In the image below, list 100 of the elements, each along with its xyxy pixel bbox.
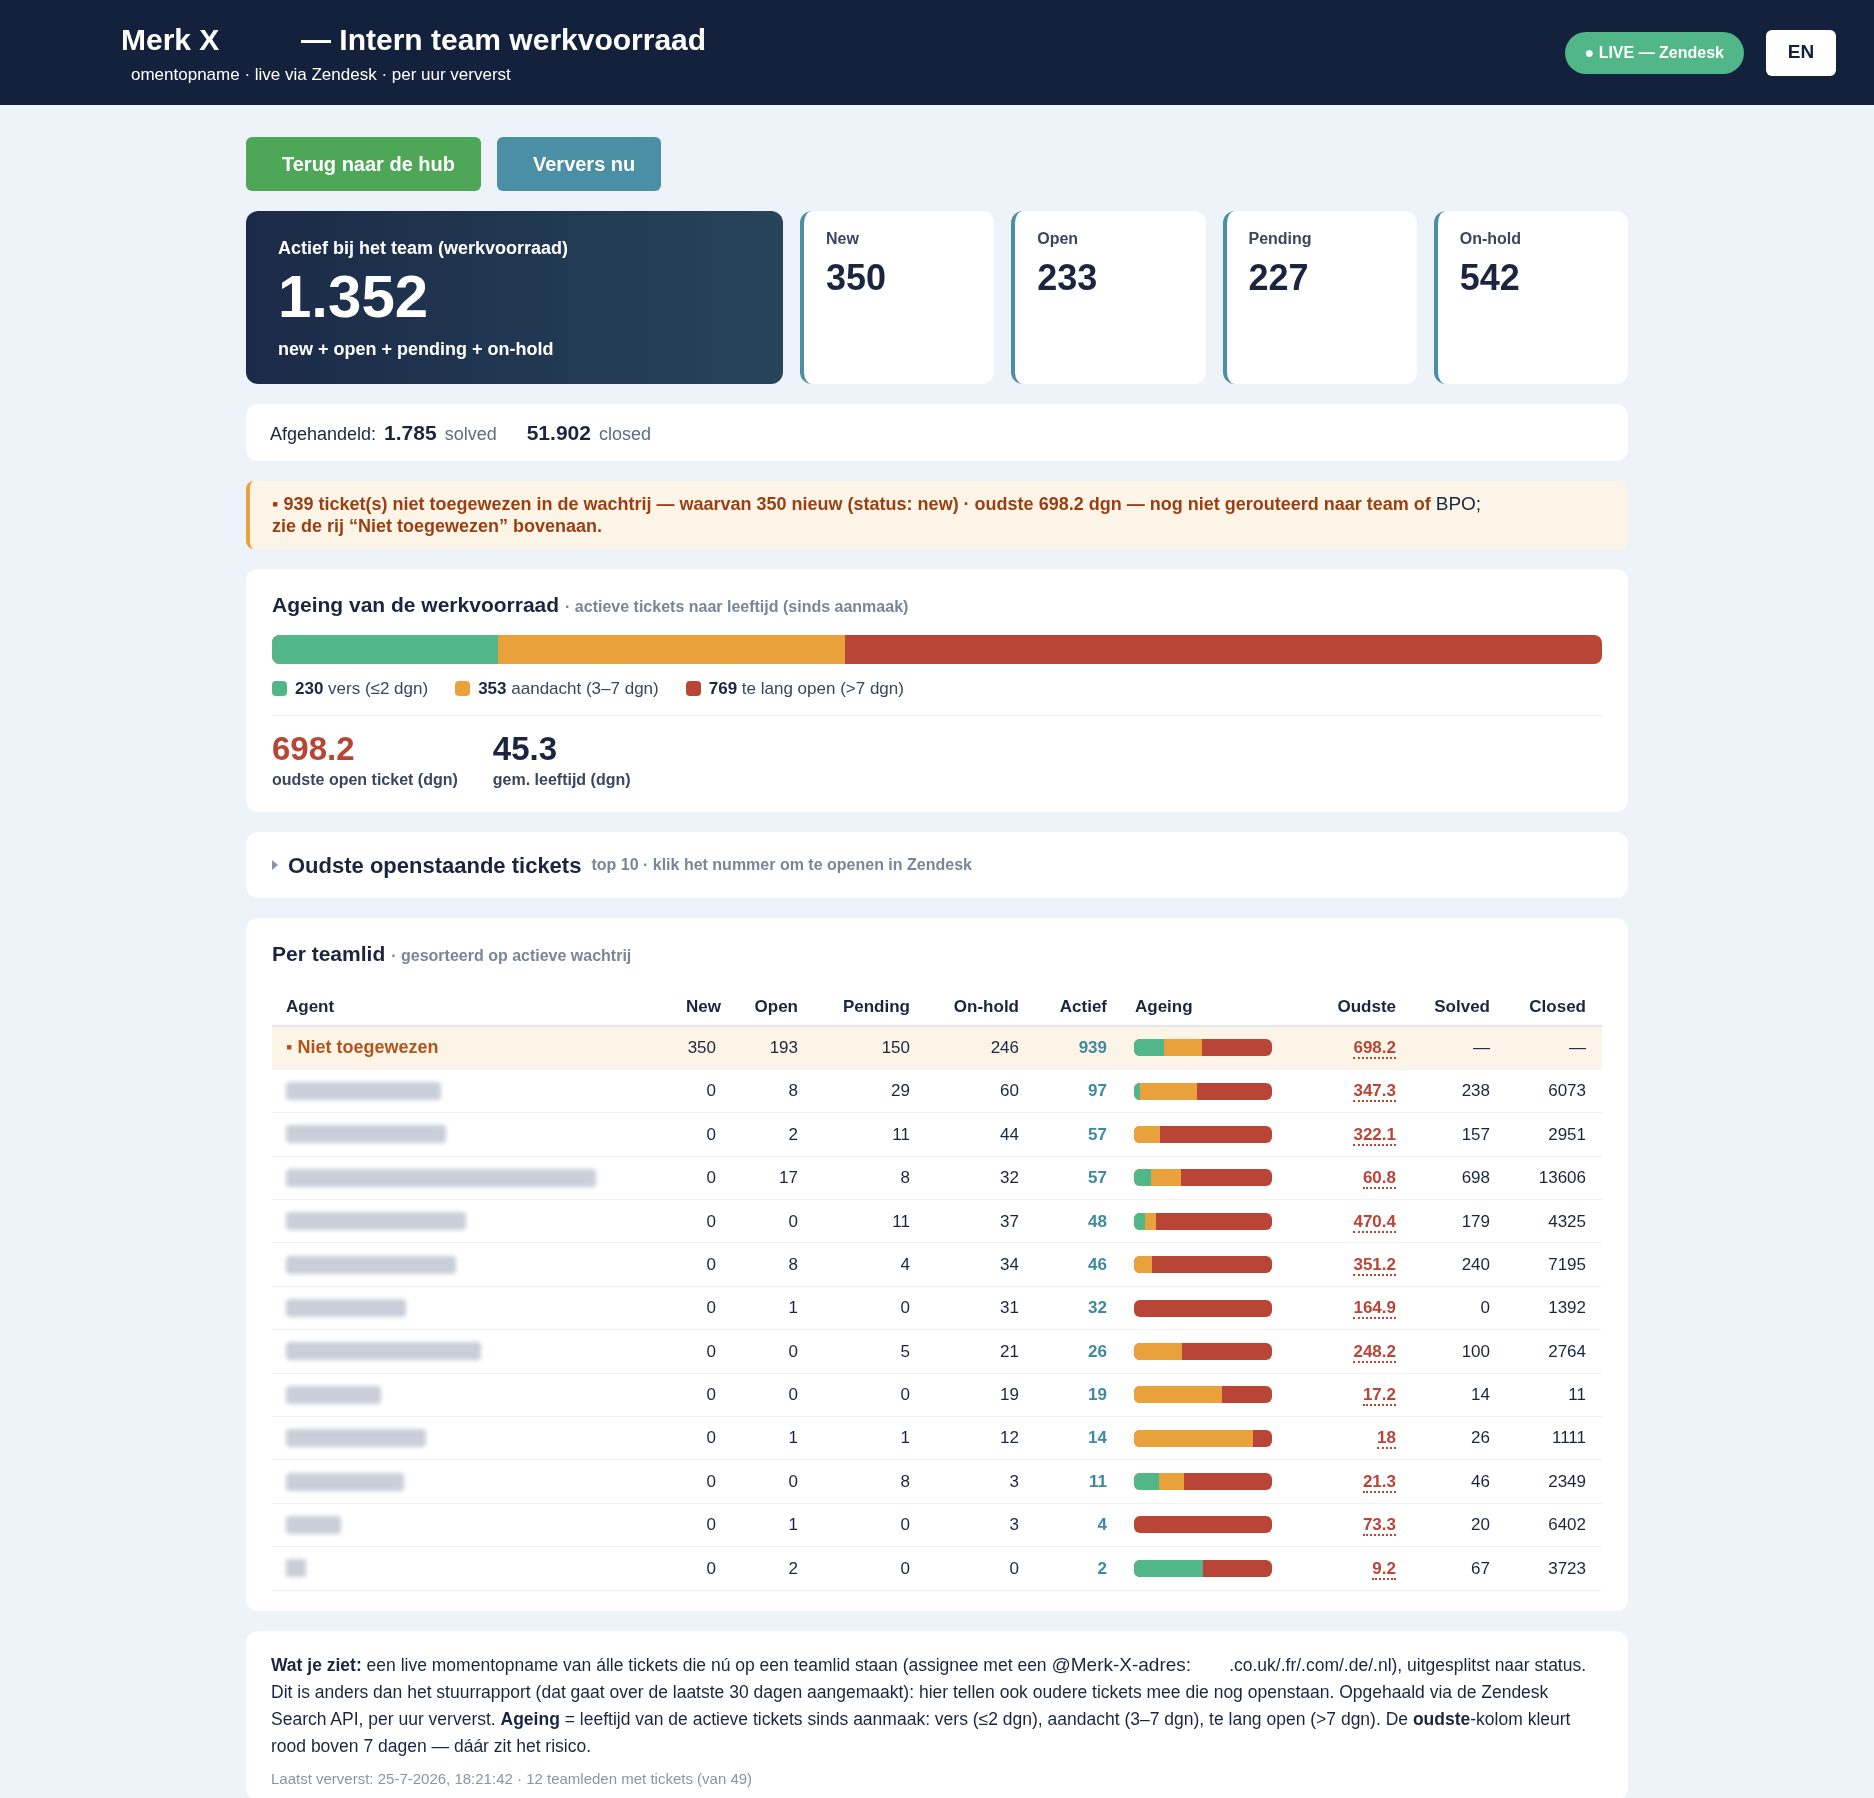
table-cell-text: 1 — [787, 1297, 799, 1320]
table-cell-text: 11 — [891, 1210, 911, 1233]
table-cell-text: 11 — [891, 1123, 911, 1146]
team-title: Per teamlid — [272, 941, 386, 967]
table-cell-text: 0 — [705, 1210, 717, 1233]
table-cell-text: 67 — [1470, 1557, 1491, 1580]
table-cell-text: 350 — [686, 1036, 717, 1059]
table-cell-text: — — [1568, 1036, 1587, 1059]
status-label: On-hold — [1459, 229, 1523, 249]
oldest-age-link[interactable]: 17.2 — [1362, 1385, 1396, 1407]
oldest-tickets-panel[interactable]: Oudste openstaande tickets top 10 · klik het nummer om te openen in Zendesk — [246, 832, 1628, 898]
back-button[interactable]: Terug naar de hub — [246, 137, 481, 191]
table-cell-text: 0 — [787, 1384, 799, 1407]
language-button[interactable]: EN — [1766, 29, 1836, 76]
oldest-age-link[interactable]: 21.3 — [1362, 1471, 1396, 1493]
refresh-button[interactable]: Ververs nu — [497, 137, 662, 191]
table-cell-text: 246 — [989, 1036, 1020, 1059]
table-cell-text: 37 — [999, 1210, 1020, 1233]
table-cell-text: 6073 — [1547, 1080, 1587, 1103]
table-cell-text: 238 — [1460, 1080, 1491, 1103]
table-cell-text: 0 — [705, 1514, 717, 1537]
column-header: Oudste — [1336, 995, 1397, 1018]
live-badge: ● LIVE — Zendesk — [1564, 31, 1744, 74]
table-cell-text: 1392 — [1547, 1297, 1587, 1320]
table-cell-text: 2951 — [1547, 1123, 1587, 1146]
oldest-age-link[interactable]: 60.8 — [1362, 1168, 1396, 1190]
table-cell-text: 4 — [899, 1253, 911, 1276]
table-cell-text: 0 — [705, 1080, 717, 1103]
column-header: Solved — [1433, 995, 1491, 1018]
table-cell-text: 2 — [787, 1123, 799, 1146]
table-cell-text: 0 — [705, 1384, 717, 1407]
table-cell-text: 2764 — [1547, 1340, 1587, 1363]
column-header: New — [685, 995, 722, 1018]
table-cell-text: 1111 — [1550, 1427, 1587, 1450]
table-cell-text: — — [1472, 1036, 1491, 1059]
solved-label: solved — [444, 422, 497, 446]
status-label: Pending — [1248, 229, 1313, 249]
column-header: Open — [753, 995, 799, 1018]
table-cell-text: 32 — [1087, 1297, 1108, 1320]
oldest-age-link[interactable]: 470.4 — [1353, 1211, 1396, 1233]
table-cell-text: 8 — [899, 1167, 911, 1190]
team-subtitle: · gesorteerd op actieve wachtrij — [391, 946, 632, 966]
table-cell-text: 7195 — [1547, 1253, 1587, 1276]
alert-text: ▪ 939 ticket(s) niet toegewezen in de wachtrij — waarvan 350 nieuw (status: new) · oudste 698.2 dgn — nog niet gerouteerd naar team of BPO; zie de rij “Niet toegewezen” bovenaan. — [272, 493, 1483, 537]
table-cell-text: 29 — [890, 1080, 911, 1103]
table-cell-text: 0 — [787, 1340, 799, 1363]
table-cell-text: 32 — [999, 1167, 1020, 1190]
table-cell-text: 2 — [787, 1557, 799, 1580]
oldest-age-link[interactable]: 351.2 — [1353, 1254, 1396, 1276]
oldest-age-link[interactable]: 347.3 — [1353, 1081, 1396, 1103]
handled-label: Afgehandeld: — [270, 422, 377, 446]
oldest-age-link[interactable]: 73.3 — [1362, 1515, 1396, 1537]
stat-value: 45.3 — [492, 730, 558, 768]
oldest-age-link[interactable]: 164.9 — [1353, 1298, 1396, 1320]
table-cell-text: 0 — [1008, 1557, 1020, 1580]
stat-value: 698.2 — [272, 730, 356, 768]
solved-count: 1.785 — [384, 419, 437, 446]
table-cell-text: 240 — [1460, 1253, 1491, 1276]
column-header: On-hold — [952, 995, 1020, 1018]
table-cell-text: 26 — [1470, 1427, 1491, 1450]
table-cell-text: 13606 — [1537, 1167, 1587, 1190]
oldest-age-link[interactable]: 322.1 — [1353, 1124, 1396, 1146]
table-cell-text: 3723 — [1547, 1557, 1587, 1580]
agent-name: ▪ Niet toegewezen — [286, 1037, 439, 1058]
footnote: Laatst ververst: 25-7-2026, 18:21:42 · 12 teamleden met tickets (van 49) — [271, 1768, 754, 1789]
page-title: — Intern team werkvoorraad — [301, 22, 707, 59]
oldest-age-link[interactable]: 248.2 — [1353, 1341, 1396, 1363]
explanation-text: Wat je ziet: een live momentopname van álle tickets die nú op een teamlid staan (assignee met een @Merk-X-adres: .co.uk/.fr/.com/.de/.nl), uitgesplitst naar status. Dit is anders dan het stuurrapport (dat gaat over de laatste 30 dagen aangemaakt): hier tellen ook oudere tickets mee die nog openstaan. Opgehaald via de Zendesk Search API, per uur ververst. Ageing = leeftijd van de actieve tickets sinds aanmaak: vers (≤2 dgn), aandacht (3–7 dgn), te lang open (>7 dgn). De oudste-kolom kleurt rood boven 7 dagen — dáár zit het risico. — [271, 1652, 1588, 1758]
status-label: Open — [1037, 229, 1080, 249]
status-label: New — [826, 229, 860, 249]
table-cell-text: 20 — [1470, 1514, 1491, 1537]
table-cell-text: 4325 — [1547, 1210, 1587, 1233]
table-cell-text: 19 — [999, 1384, 1020, 1407]
table-cell-text: 3 — [1008, 1514, 1020, 1537]
summary-caption: new + open + pending + on-hold — [278, 338, 555, 361]
table-cell-text: 179 — [1460, 1210, 1491, 1233]
status-value: 227 — [1248, 256, 1310, 300]
oldest-age-link[interactable]: 18 — [1377, 1428, 1396, 1450]
column-header: Pending — [841, 995, 911, 1018]
caret-right-icon — [272, 860, 278, 870]
oldest-age-link[interactable]: 9.2 — [1372, 1558, 1396, 1580]
column-header: Agent — [285, 995, 336, 1018]
column-header: Actief — [1058, 995, 1108, 1018]
column-header: Closed — [1528, 995, 1587, 1018]
ageing-subtitle: · actieve tickets naar leeftijd (sinds aanmaak) — [565, 597, 909, 617]
table-cell-text: 150 — [880, 1036, 911, 1059]
table-cell-text: 0 — [899, 1297, 911, 1320]
stat-label: gem. leeftijd (dgn) — [492, 770, 631, 790]
table-cell-text: 60 — [999, 1080, 1020, 1103]
table-cell-text: 939 — [1077, 1036, 1108, 1059]
status-value: 350 — [826, 256, 888, 300]
table-cell-text: 4 — [1096, 1514, 1108, 1537]
table-cell-text: 0 — [705, 1167, 717, 1190]
redacted-name — [286, 1516, 341, 1534]
table-cell-text: 3 — [1008, 1470, 1020, 1493]
table-cell-text: 2349 — [1547, 1470, 1587, 1493]
redacted-name — [286, 1559, 306, 1578]
ageing-title: Ageing van de werkvoorraad — [272, 592, 560, 618]
table-cell-text: 8 — [787, 1080, 799, 1103]
oldest-age-link[interactable]: 698.2 — [1353, 1037, 1396, 1059]
